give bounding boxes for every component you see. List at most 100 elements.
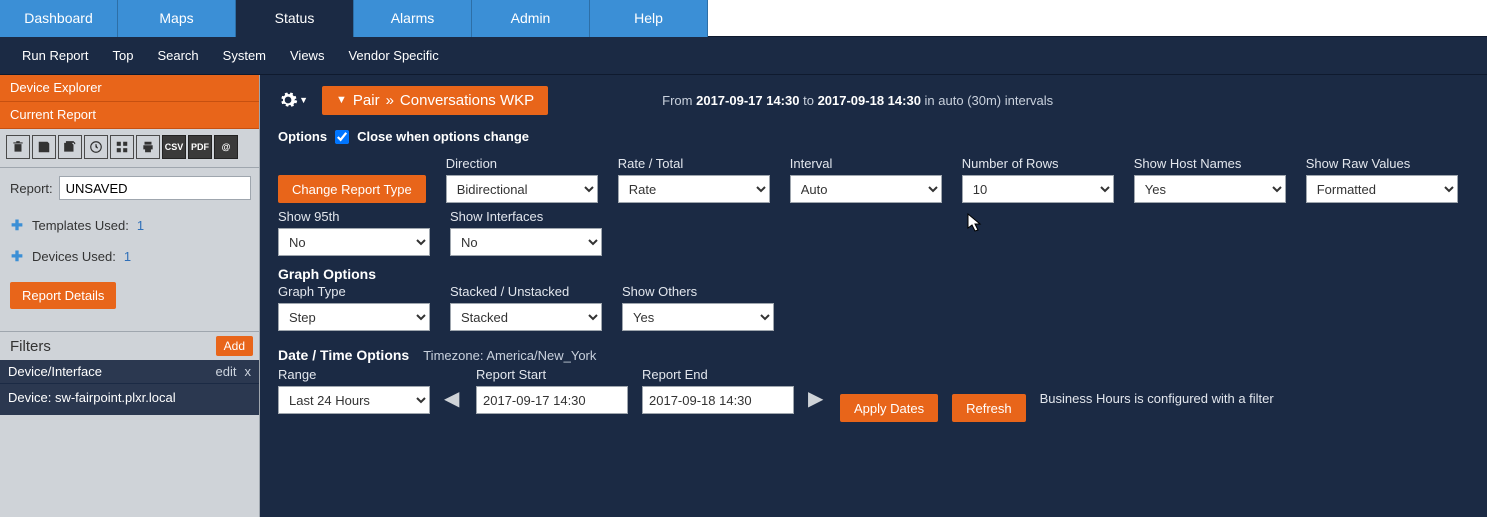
datetime-title: Date / Time Options — [278, 347, 409, 363]
pdf-icon[interactable]: PDF — [188, 135, 212, 159]
rate-select[interactable]: Rate — [618, 175, 770, 203]
prev-range-arrow[interactable]: ◀ — [444, 386, 462, 411]
breadcrumb-sep: » — [386, 92, 394, 109]
filter-edit-link[interactable]: edit — [216, 364, 237, 379]
stacked-label: Stacked / Unstacked — [450, 284, 602, 299]
filter-remove-link[interactable]: x — [245, 364, 252, 379]
triangle-down-icon: ▼ — [336, 94, 347, 106]
dh-end: 2017-09-18 14:30 — [818, 93, 921, 108]
date-range-text: From 2017-09-17 14:30 to 2017-09-18 14:3… — [662, 93, 1053, 108]
next-range-arrow[interactable]: ▶ — [808, 386, 826, 411]
sidebar-current-report[interactable]: Current Report — [0, 102, 259, 129]
dh-start: 2017-09-17 14:30 — [696, 93, 799, 108]
direction-select[interactable]: Bidirectional — [446, 175, 598, 203]
main-panel: ▼ ▼ Pair » Conversations WKP From 2017-0… — [260, 75, 1487, 517]
dh-to: to — [803, 93, 814, 108]
csv-icon[interactable]: CSV — [162, 135, 186, 159]
range-label: Range — [278, 367, 430, 382]
showothers-select[interactable]: Yes — [622, 303, 774, 331]
save-icon[interactable] — [32, 135, 56, 159]
devices-used-row[interactable]: ✚ Devices Used: 1 — [0, 241, 259, 272]
report-end-input[interactable] — [642, 386, 794, 414]
nav-tab-help[interactable]: Help — [590, 0, 708, 37]
refresh-button[interactable]: Refresh — [952, 394, 1026, 422]
report-end-label: Report End — [642, 367, 794, 382]
graphtype-label: Graph Type — [278, 284, 430, 299]
gear-icon[interactable]: ▼ — [278, 85, 308, 115]
sidebar-device-explorer[interactable]: Device Explorer — [0, 75, 259, 102]
expand-icon[interactable]: ✚ — [10, 219, 24, 233]
breadcrumb-pair: Pair — [353, 92, 380, 109]
report-name-row: Report: — [0, 172, 259, 210]
close-on-change-label: Close when options change — [357, 129, 529, 144]
rawvalues-select[interactable]: Formatted — [1306, 175, 1458, 203]
options-title: Options — [278, 129, 327, 144]
interval-label: Interval — [790, 156, 942, 171]
rows-label: Number of Rows — [962, 156, 1114, 171]
nav-filler — [708, 0, 1487, 36]
subnav-run-report[interactable]: Run Report — [22, 48, 88, 63]
print-icon[interactable] — [136, 135, 160, 159]
templates-used-count: 1 — [137, 218, 144, 233]
change-report-type-button[interactable]: Change Report Type — [278, 175, 426, 203]
stacked-select[interactable]: Stacked — [450, 303, 602, 331]
nav-tab-maps[interactable]: Maps — [118, 0, 236, 37]
chevron-down-icon: ▼ — [299, 95, 308, 105]
subnav-search[interactable]: Search — [157, 48, 198, 63]
hostnames-select[interactable]: Yes — [1134, 175, 1286, 203]
report-name-input[interactable] — [59, 176, 251, 200]
sidebar: Device Explorer Current Report CSV PDF — [0, 75, 260, 517]
subnav-vendor[interactable]: Vendor Specific — [348, 48, 438, 63]
top-nav: Dashboard Maps Status Alarms Admin Help — [0, 0, 1487, 37]
graphtype-select[interactable]: Step — [278, 303, 430, 331]
nav-tab-dashboard[interactable]: Dashboard — [0, 0, 118, 37]
subnav-system[interactable]: System — [223, 48, 266, 63]
graph-options-title: Graph Options — [278, 266, 1469, 282]
save-all-icon[interactable] — [58, 135, 82, 159]
email-icon[interactable]: @ — [214, 135, 238, 159]
hostnames-label: Show Host Names — [1134, 156, 1286, 171]
templates-used-row[interactable]: ✚ Templates Used: 1 — [0, 210, 259, 241]
interval-select[interactable]: Auto — [790, 175, 942, 203]
nav-tab-alarms[interactable]: Alarms — [354, 0, 472, 37]
sub-nav: Run Report Top Search System Views Vendo… — [0, 37, 1487, 75]
filter-row-label: Device/Interface — [8, 364, 102, 379]
dh-tail: in auto (30m) intervals — [925, 93, 1054, 108]
apply-dates-button[interactable]: Apply Dates — [840, 394, 938, 422]
devices-used-count: 1 — [124, 249, 131, 264]
filter-device-line: Device: sw-fairpoint.plxr.local — [0, 383, 259, 415]
report-details-button[interactable]: Report Details — [10, 282, 116, 309]
showinterfaces-select[interactable]: No — [450, 228, 602, 256]
showinterfaces-label: Show Interfaces — [450, 209, 602, 224]
rows-select[interactable]: 10 — [962, 175, 1114, 203]
timezone-label: Timezone: America/New_York — [423, 348, 596, 363]
rate-label: Rate / Total — [618, 156, 770, 171]
subnav-views[interactable]: Views — [290, 48, 324, 63]
filters-header: Filters Add — [0, 331, 259, 360]
options-header-row: Options Close when options change — [278, 129, 1469, 144]
filter-row-device-interface[interactable]: Device/Interface edit x — [0, 360, 259, 383]
trash-icon[interactable] — [6, 135, 30, 159]
add-filter-button[interactable]: Add — [216, 336, 253, 356]
range-select[interactable]: Last 24 Hours — [278, 386, 430, 414]
grid-icon[interactable] — [110, 135, 134, 159]
toolbar-icons: CSV PDF @ — [0, 129, 259, 163]
breadcrumb-report: Conversations WKP — [400, 92, 534, 109]
show95th-select[interactable]: No — [278, 228, 430, 256]
show95th-label: Show 95th — [278, 209, 430, 224]
clock-icon[interactable] — [84, 135, 108, 159]
nav-tab-status[interactable]: Status — [236, 0, 354, 37]
rawvalues-label: Show Raw Values — [1306, 156, 1458, 171]
report-start-label: Report Start — [476, 367, 628, 382]
devices-used-label: Devices Used: — [32, 249, 116, 264]
expand-icon[interactable]: ✚ — [10, 250, 24, 264]
nav-tab-admin[interactable]: Admin — [472, 0, 590, 37]
dh-from: From — [662, 93, 692, 108]
report-start-input[interactable] — [476, 386, 628, 414]
filters-title: Filters — [10, 338, 51, 355]
breadcrumb-button[interactable]: ▼ Pair » Conversations WKP — [322, 86, 548, 115]
direction-label: Direction — [446, 156, 598, 171]
subnav-top[interactable]: Top — [112, 48, 133, 63]
close-on-change-checkbox[interactable] — [335, 130, 349, 144]
showothers-label: Show Others — [622, 284, 774, 299]
